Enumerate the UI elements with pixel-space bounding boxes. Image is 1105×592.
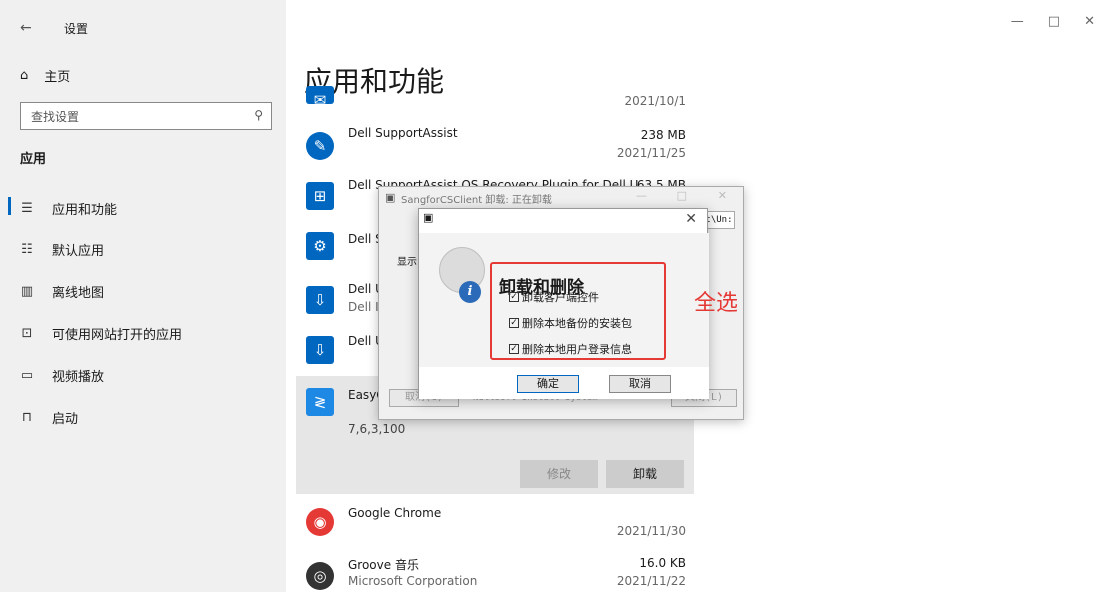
installer-close-button[interactable]: ✕ [718,189,727,202]
app-date: 2021/11/25 [616,146,686,160]
sidebar-item-startup[interactable]: ⊓ 启动 [20,408,78,427]
video-playback-icon: ▭ [20,368,34,383]
info-icon: i [459,281,481,303]
minimize-button[interactable]: — [1011,14,1024,29]
sidebar-item-label: 离线地图 [52,286,105,301]
uninstall-button[interactable]: 卸载 [606,460,684,488]
back-arrow-icon[interactable]: ← [20,20,32,36]
app-version: 7,6,3,100 [348,422,406,436]
app-name: Groove 音乐 [348,558,419,572]
sidebar-item-label: 启动 [52,412,79,427]
annotation-label: 全选 [694,291,739,316]
startup-icon: ⊓ [21,410,33,425]
settings-sidebar: ← 设置 ⌂ 主页 查找设置 ⚲ 应用 ☰ 应用和功能 ☷ 默认应用 ▥ 离线地… [0,0,286,592]
home-icon: ⌂ [20,68,29,83]
annotation-highlight-box [490,262,666,360]
dialog-close-icon[interactable]: ✕ [685,211,697,227]
search-placeholder: 查找设置 [31,110,80,124]
sidebar-item-label: 视频播放 [52,370,105,385]
dell-app-icon: ⚙ [306,232,334,260]
sidebar-item-label: 默认应用 [52,244,105,259]
offline-maps-icon: ▥ [20,284,34,299]
list-item[interactable]: ◎ Groove 音乐 Microsoft Corporation 16.0 K… [296,556,694,592]
sidebar-item-video-playback[interactable]: ▭ 视频播放 [20,366,104,385]
sidebar-home-label: 主页 [44,70,71,85]
app-size: 16.0 KB [639,556,686,570]
ok-button[interactable]: 确定 [517,375,579,393]
apps-features-icon: ☰ [21,201,33,216]
default-apps-icon: ☷ [21,242,33,257]
show-details-button[interactable]: 显示 [397,253,417,268]
app-date: 2021/11/22 [616,574,686,588]
window-controls: — □ ✕ [1011,14,1095,29]
installer-minimize-button[interactable]: — [636,189,647,202]
sidebar-item-label: 应用和功能 [52,203,118,218]
close-button[interactable]: ✕ [1084,14,1095,29]
supportassist-icon: ✎ [306,132,334,160]
list-item[interactable]: ✎ Dell SupportAssist 238 MB 2021/11/25 [296,124,694,164]
list-item[interactable]: ✉ 2021/10/1 [296,86,694,116]
dell-update-icon: ⇩ [306,286,334,314]
easyconnect-icon: ≷ [306,388,334,416]
search-icon: ⚲ [254,108,263,122]
dialog-icon: ▣ [423,211,434,224]
chrome-icon: ◉ [306,508,334,536]
website-apps-icon: ⊡ [21,326,33,341]
app-date: 2021/10/1 [624,94,686,108]
sidebar-item-apps-features[interactable]: ☰ 应用和功能 [20,199,117,218]
list-item[interactable]: ◉ Google Chrome 2021/11/30 [296,506,694,546]
sidebar-item-offline-maps[interactable]: ▥ 离线地图 [20,282,104,301]
installer-icon: ▣ [385,191,396,204]
app-name: Google Chrome [348,506,442,520]
groove-music-icon: ◎ [306,562,334,590]
selection-indicator [8,197,11,215]
recovery-plugin-icon: ⊞ [306,182,334,210]
section-heading: 应用 [20,152,47,167]
sidebar-item-label: 可使用网站打开的应用 [52,328,183,343]
search-input[interactable]: 查找设置 ⚲ [20,102,272,130]
dell-update-icon: ⇩ [306,336,334,364]
app-name: Dell SupportAssist [348,126,458,140]
app-date: 2021/11/30 [616,524,686,538]
installer-title: SangforCSClient 卸载: 正在卸载 [401,195,552,206]
app-publisher: Microsoft Corporation [348,574,478,588]
dialog-footer: 确定 取消 [419,367,709,399]
app-size: 238 MB [640,128,686,142]
modify-button[interactable]: 修改 [520,460,598,488]
installer-maximize-button[interactable]: □ [677,189,687,202]
window-title: 设置 [64,22,89,36]
maximize-button[interactable]: □ [1048,14,1060,29]
app-icon: ✉ [306,86,334,109]
sidebar-item-default-apps[interactable]: ☷ 默认应用 [20,240,104,259]
sidebar-item-website-apps[interactable]: ⊡ 可使用网站打开的应用 [20,324,182,343]
cancel-button[interactable]: 取消 [609,375,671,393]
sidebar-home[interactable]: ⌂ 主页 [20,66,70,85]
